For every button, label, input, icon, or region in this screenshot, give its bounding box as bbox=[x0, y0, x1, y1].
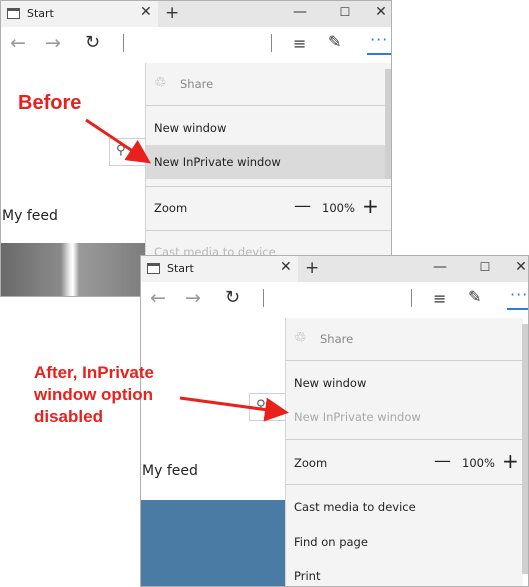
search-icon: ⚲ bbox=[256, 398, 266, 413]
close-button[interactable]: ✕ bbox=[511, 259, 528, 275]
zoom-in-button[interactable]: + bbox=[502, 449, 519, 473]
edge-window-after: Start ✕ + — ☐ ✕ ← → ↻ ≡ ✎ ··· ⚲ My feed … bbox=[140, 255, 529, 587]
maximize-button[interactable]: ☐ bbox=[475, 260, 495, 274]
forward-icon[interactable]: → bbox=[185, 287, 201, 309]
toolbar-divider bbox=[271, 34, 272, 52]
refresh-icon[interactable]: ↻ bbox=[85, 32, 100, 53]
zoom-out-button[interactable]: — bbox=[294, 196, 311, 216]
menu-item-label: New window bbox=[294, 376, 367, 390]
menu-item-label: Cast media to device bbox=[294, 500, 416, 514]
feed-image[interactable] bbox=[1, 243, 151, 296]
feed-image[interactable] bbox=[141, 500, 291, 586]
web-note-icon[interactable]: ✎ bbox=[468, 287, 481, 306]
tab-favicon-icon bbox=[147, 263, 160, 274]
menu-divider bbox=[286, 360, 523, 361]
menu-divider bbox=[146, 105, 391, 106]
more-actions-icon[interactable]: ··· bbox=[367, 30, 391, 55]
menu-divider bbox=[286, 439, 523, 440]
back-icon[interactable]: ← bbox=[150, 287, 166, 309]
tab-favicon-icon bbox=[7, 8, 20, 19]
zoom-value: 100% bbox=[322, 201, 355, 215]
tab-title: Start bbox=[167, 262, 194, 275]
menu-item-label: Share bbox=[320, 332, 354, 346]
search-box[interactable]: ⚲ bbox=[249, 393, 289, 421]
edge-window-before: Start ✕ + — ☐ ✕ ← → ↻ ≡ ✎ ··· ⚲ My feed … bbox=[0, 0, 392, 297]
menu-divider bbox=[146, 186, 391, 187]
menu-item-label: Share bbox=[180, 77, 214, 91]
zoom-value: 100% bbox=[462, 456, 495, 470]
maximize-button[interactable]: ☐ bbox=[335, 5, 355, 19]
title-bar: Start ✕ + — ☐ ✕ bbox=[141, 256, 528, 282]
menu-item-label: New window bbox=[154, 121, 227, 135]
menu-item-new-inprivate-window: New InPrivate window bbox=[286, 400, 523, 434]
search-box[interactable]: ⚲ bbox=[109, 138, 149, 166]
back-icon[interactable]: ← bbox=[10, 32, 26, 54]
tab-start[interactable]: Start ✕ bbox=[141, 256, 298, 282]
menu-item-share[interactable]: ♲ Share bbox=[146, 67, 391, 101]
close-button[interactable]: ✕ bbox=[371, 4, 391, 20]
menu-item-print[interactable]: Print bbox=[286, 559, 523, 586]
zoom-label: Zoom bbox=[294, 456, 328, 470]
more-actions-icon[interactable]: ··· bbox=[507, 285, 528, 310]
refresh-icon[interactable]: ↻ bbox=[225, 287, 240, 308]
title-bar: Start ✕ + — ☐ ✕ bbox=[1, 1, 391, 27]
zoom-in-button[interactable]: + bbox=[362, 194, 379, 218]
tab-start[interactable]: Start ✕ bbox=[1, 1, 158, 27]
tab-close-icon[interactable]: ✕ bbox=[280, 259, 292, 275]
before-annotation: Before bbox=[18, 92, 82, 114]
menu-item-cast-media[interactable]: Cast media to device bbox=[286, 490, 523, 524]
menu-item-new-window[interactable]: New window bbox=[146, 111, 391, 145]
menu-item-find-on-page[interactable]: Find on page bbox=[286, 525, 523, 559]
my-feed-heading: My feed bbox=[142, 463, 198, 479]
zoom-out-button[interactable]: — bbox=[434, 451, 451, 471]
address-bar-divider bbox=[263, 289, 264, 307]
share-icon: ♲ bbox=[154, 75, 167, 91]
new-tab-button[interactable]: + bbox=[305, 258, 319, 278]
tab-title: Start bbox=[27, 7, 54, 20]
address-bar-divider bbox=[123, 34, 124, 52]
menu-item-label: Find on page bbox=[294, 535, 368, 549]
menu-item-zoom: Zoom — 100% + bbox=[286, 446, 523, 480]
zoom-label: Zoom bbox=[154, 201, 188, 215]
share-icon: ♲ bbox=[294, 330, 307, 346]
menu-item-share[interactable]: ♲ Share bbox=[286, 322, 523, 356]
menu-divider bbox=[286, 484, 523, 485]
forward-icon[interactable]: → bbox=[45, 32, 61, 54]
more-actions-menu: ♲ Share New window New InPrivate window … bbox=[285, 318, 523, 586]
tab-close-icon[interactable]: ✕ bbox=[140, 4, 152, 20]
menu-item-new-inprivate-window[interactable]: New InPrivate window bbox=[146, 145, 391, 179]
search-icon: ⚲ bbox=[116, 143, 126, 158]
minimize-button[interactable]: — bbox=[290, 4, 310, 20]
my-feed-heading: My feed bbox=[2, 208, 58, 224]
nav-toolbar: ← → ↻ ≡ ✎ ··· bbox=[141, 282, 528, 318]
menu-item-label: New InPrivate window bbox=[294, 410, 421, 424]
menu-item-new-window[interactable]: New window bbox=[286, 366, 523, 400]
nav-toolbar: ← → ↻ ≡ ✎ ··· bbox=[1, 27, 391, 63]
menu-scrollbar[interactable] bbox=[522, 324, 528, 574]
hub-icon[interactable]: ≡ bbox=[293, 34, 306, 53]
toolbar-divider bbox=[411, 289, 412, 307]
menu-item-label: Print bbox=[294, 569, 321, 583]
menu-item-label: New InPrivate window bbox=[154, 155, 281, 169]
minimize-button[interactable]: — bbox=[430, 259, 450, 275]
hub-icon[interactable]: ≡ bbox=[433, 289, 446, 308]
menu-item-zoom: Zoom — 100% + bbox=[146, 191, 391, 225]
web-note-icon[interactable]: ✎ bbox=[328, 32, 341, 51]
new-tab-button[interactable]: + bbox=[165, 3, 179, 23]
menu-scrollbar[interactable] bbox=[385, 69, 391, 179]
after-annotation: After, InPrivate window option disabled bbox=[34, 363, 154, 426]
menu-divider bbox=[146, 230, 391, 231]
